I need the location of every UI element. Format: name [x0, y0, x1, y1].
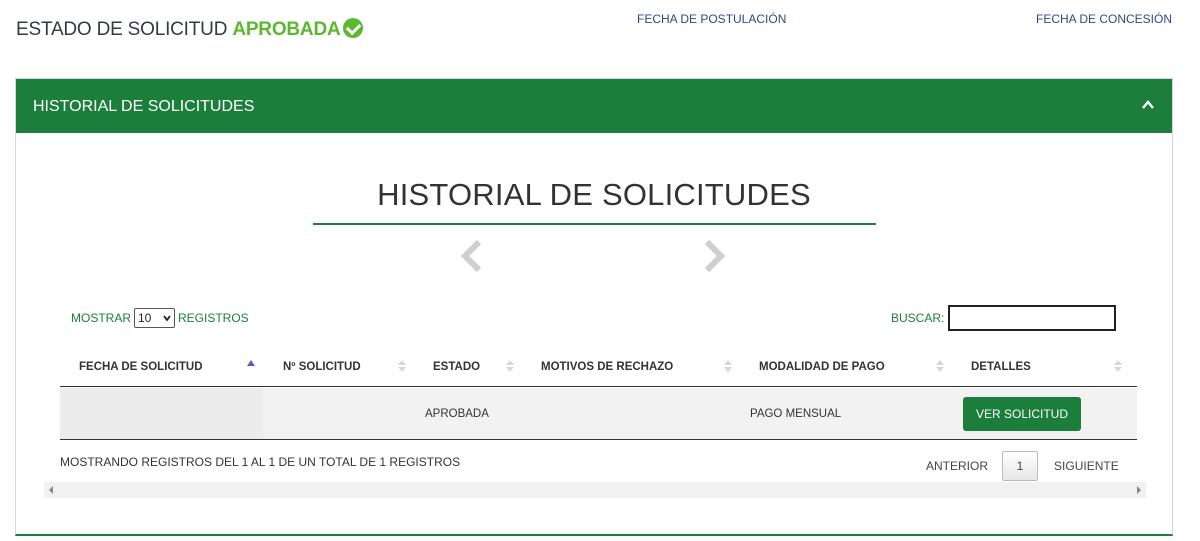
sort-asc-icon[interactable] [247, 358, 255, 374]
length-label-before: MOSTRAR [71, 311, 131, 325]
cell-estado: APROBADA [425, 407, 489, 420]
column-numero-solicitud[interactable]: Nº SOLICITUD [283, 347, 361, 387]
table-header: FECHA DE SOLICITUD Nº SOLICITUD ESTADO M… [60, 347, 1137, 387]
column-modalidad-pago[interactable]: MODALIDAD DE PAGO [759, 347, 885, 387]
scroll-left-icon[interactable] [49, 486, 53, 494]
chevron-down-icon [163, 315, 171, 322]
fecha-concesion-label: FECHA DE CONCESIÓN [1036, 12, 1173, 26]
sort-both-icon[interactable] [398, 358, 406, 374]
status-line: ESTADO DE SOLICITUD APROBADA [16, 18, 363, 41]
length-label-after: REGISTROS [178, 311, 249, 325]
title-divider [313, 223, 876, 225]
section-title: HISTORIAL DE SOLICITUDES [377, 177, 811, 212]
column-estado[interactable]: ESTADO [433, 347, 480, 387]
status-prefix: ESTADO DE SOLICITUD [16, 19, 228, 40]
horizontal-scrollbar[interactable] [44, 482, 1146, 498]
cell-modalidad-pago: PAGO MENSUAL [750, 407, 842, 420]
panel-title: HISTORIAL DE SOLICITUDES [33, 98, 255, 115]
pagination: ANTERIOR 1 SIGUIENTE [926, 451, 1119, 481]
sort-both-icon[interactable] [1114, 358, 1122, 374]
historial-panel: HISTORIAL DE SOLICITUDES HISTORIAL DE SO… [15, 78, 1173, 536]
pagination-page-1[interactable]: 1 [1002, 451, 1039, 481]
search-input[interactable] [948, 305, 1117, 331]
chevron-left-icon[interactable] [459, 239, 483, 273]
column-motivos-rechazo[interactable]: MOTIVOS DE RECHAZO [541, 347, 673, 387]
length-control: MOSTRAR 10 REGISTROS [71, 308, 249, 328]
records-info: MOSTRANDO REGISTROS DEL 1 AL 1 DE UN TOT… [60, 455, 461, 469]
scroll-right-icon[interactable] [1137, 486, 1141, 494]
chevron-right-icon[interactable] [703, 239, 727, 273]
sort-both-icon[interactable] [936, 358, 944, 374]
chevron-up-icon[interactable] [1142, 99, 1154, 111]
search-control: BUSCAR: [891, 305, 1117, 331]
search-label: BUSCAR: [891, 311, 945, 325]
fecha-postulacion-label: FECHA DE POSTULACIÓN [637, 12, 787, 26]
status-value: APROBADA [232, 19, 341, 40]
cell-fecha-solicitud [60, 388, 263, 439]
panel-header[interactable]: HISTORIAL DE SOLICITUDES [16, 79, 1172, 133]
ver-solicitud-button[interactable]: VER SOLICITUD [963, 397, 1081, 431]
pagination-prev[interactable]: ANTERIOR [926, 459, 988, 473]
column-fecha-solicitud[interactable]: FECHA DE SOLICITUD [79, 347, 203, 387]
table-row: APROBADA PAGO MENSUAL VER SOLICITUD [60, 388, 1137, 440]
pagination-next[interactable]: SIGUIENTE [1054, 459, 1119, 473]
column-detalles[interactable]: DETALLES [971, 347, 1031, 387]
length-select[interactable]: 10 [134, 308, 175, 328]
length-select-value: 10 [138, 311, 152, 325]
check-circle-icon [342, 18, 363, 38]
sort-both-icon[interactable] [724, 358, 732, 374]
top-bar: ESTADO DE SOLICITUD APROBADA FECHA DE PO… [0, 0, 1200, 70]
sort-both-icon[interactable] [506, 358, 514, 374]
